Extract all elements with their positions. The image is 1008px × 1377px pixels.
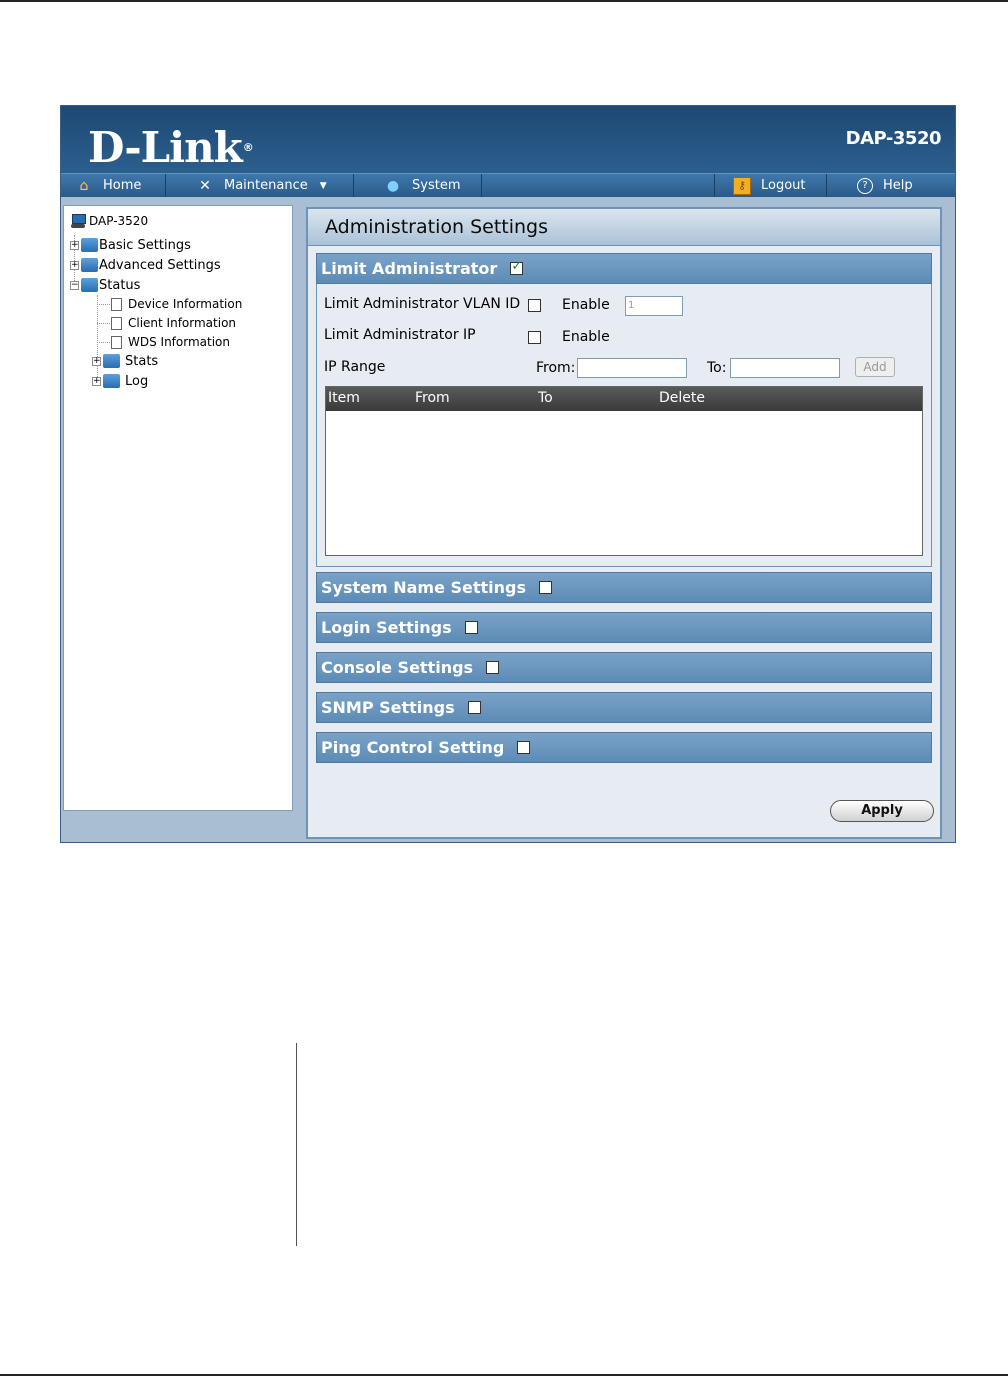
vlan-enable-checkbox[interactable] xyxy=(528,299,541,312)
system-name-settings-header[interactable]: System Name Settings xyxy=(316,572,932,603)
ip-range-table: Item From To Delete xyxy=(325,386,923,556)
dlink-logo: D-Link® xyxy=(88,123,254,172)
logout-icon: ⚷ xyxy=(733,176,751,195)
browser-ui-frame: D-Link® DAP-3520 ⌂ Home ✕ Maintenance ▼ … xyxy=(60,105,956,843)
login-settings-checkbox[interactable] xyxy=(464,621,478,634)
ip-from-input[interactable] xyxy=(577,358,687,378)
login-settings-header[interactable]: Login Settings xyxy=(316,612,932,643)
ping-control-setting-checkbox[interactable] xyxy=(517,741,531,754)
tree-stats[interactable]: + Stats xyxy=(92,351,158,371)
vertical-divider xyxy=(296,1043,297,1246)
column-to: To xyxy=(538,390,553,406)
tree-device-information[interactable]: Device Information xyxy=(111,294,242,314)
table-header: Item From To Delete xyxy=(326,387,922,411)
document-icon xyxy=(111,316,122,330)
nav-logout[interactable]: ⚷ Logout xyxy=(715,174,827,197)
apply-button[interactable]: Apply xyxy=(830,800,934,822)
add-button[interactable]: Add xyxy=(855,357,895,377)
ip-enable-checkbox[interactable] xyxy=(528,331,541,344)
snmp-settings-checkbox[interactable] xyxy=(467,701,481,714)
expand-icon[interactable]: + xyxy=(70,240,79,250)
folder-icon xyxy=(103,374,120,388)
document-icon xyxy=(111,297,122,311)
vlan-id-label: Limit Administrator VLAN ID xyxy=(324,296,521,312)
system-icon: ● xyxy=(386,177,400,194)
ping-control-setting-header[interactable]: Ping Control Setting xyxy=(316,732,932,763)
column-delete: Delete xyxy=(659,390,705,406)
ip-enable-label: Enable xyxy=(562,329,610,345)
to-label: To: xyxy=(707,360,727,376)
page-title-bar: Administration Settings xyxy=(308,209,940,246)
column-item: Item xyxy=(328,390,360,406)
top-navigation: ⌂ Home ✕ Maintenance ▼ ● System ⚷ Logout… xyxy=(61,173,955,197)
top-rule xyxy=(0,0,1008,2)
vlan-enable-label: Enable xyxy=(562,297,610,313)
nav-system[interactable]: ● System xyxy=(354,174,482,197)
nav-help[interactable]: ? Help xyxy=(827,174,955,197)
limit-ip-label: Limit Administrator IP xyxy=(324,327,476,343)
home-icon: ⌂ xyxy=(79,177,89,194)
vlan-id-input[interactable]: 1 xyxy=(625,296,683,316)
model-name: DAP-3520 xyxy=(845,128,942,149)
console-settings-checkbox[interactable] xyxy=(486,661,500,674)
console-settings-header[interactable]: Console Settings xyxy=(316,652,932,683)
limit-administrator-box: Limit Administrator Limit Administrator … xyxy=(316,253,932,567)
device-icon xyxy=(70,213,86,229)
limit-administrator-checkbox[interactable] xyxy=(510,259,524,275)
chevron-down-icon: ▼ xyxy=(319,180,327,191)
tree-basic-settings[interactable]: + Basic Settings xyxy=(70,235,191,255)
tree-client-information[interactable]: Client Information xyxy=(111,313,236,333)
administration-panel: Administration Settings Limit Administra… xyxy=(306,207,942,839)
tree-connector xyxy=(97,323,110,324)
collapse-icon[interactable]: − xyxy=(70,280,79,290)
tree-wds-information[interactable]: WDS Information xyxy=(111,332,230,352)
folder-icon xyxy=(81,258,98,272)
system-name-settings-checkbox[interactable] xyxy=(539,581,553,594)
from-label: From: xyxy=(536,360,576,376)
nav-home[interactable]: ⌂ Home xyxy=(61,174,166,197)
navigation-tree: DAP-3520 + Basic Settings + Advanced Set… xyxy=(63,205,293,811)
column-from: From xyxy=(415,390,450,406)
page-title: Administration Settings xyxy=(325,216,548,238)
tree-advanced-settings[interactable]: + Advanced Settings xyxy=(70,255,221,275)
expand-icon[interactable]: + xyxy=(70,260,79,270)
tree-connector xyxy=(97,342,110,343)
nav-maintenance[interactable]: ✕ Maintenance ▼ xyxy=(166,174,354,197)
nav-spacer xyxy=(482,174,715,197)
tree-root[interactable]: DAP-3520 xyxy=(70,211,148,231)
tools-icon: ✕ xyxy=(199,177,211,194)
open-folder-icon xyxy=(81,278,98,292)
tree-status[interactable]: − Status xyxy=(70,275,140,295)
folder-icon xyxy=(103,354,120,368)
bottom-rule xyxy=(0,1374,1008,1376)
document-icon xyxy=(111,335,122,349)
folder-icon xyxy=(81,238,98,252)
snmp-settings-header[interactable]: SNMP Settings xyxy=(316,692,932,723)
header-banner: D-Link® DAP-3520 xyxy=(61,106,955,173)
tree-connector xyxy=(97,304,110,305)
ip-range-label: IP Range xyxy=(324,359,386,375)
help-icon: ? xyxy=(857,177,873,194)
expand-icon[interactable]: + xyxy=(92,376,101,386)
tree-log[interactable]: + Log xyxy=(92,371,148,391)
limit-administrator-header[interactable]: Limit Administrator xyxy=(316,253,932,284)
ip-to-input[interactable] xyxy=(730,358,840,378)
expand-icon[interactable]: + xyxy=(92,356,101,366)
